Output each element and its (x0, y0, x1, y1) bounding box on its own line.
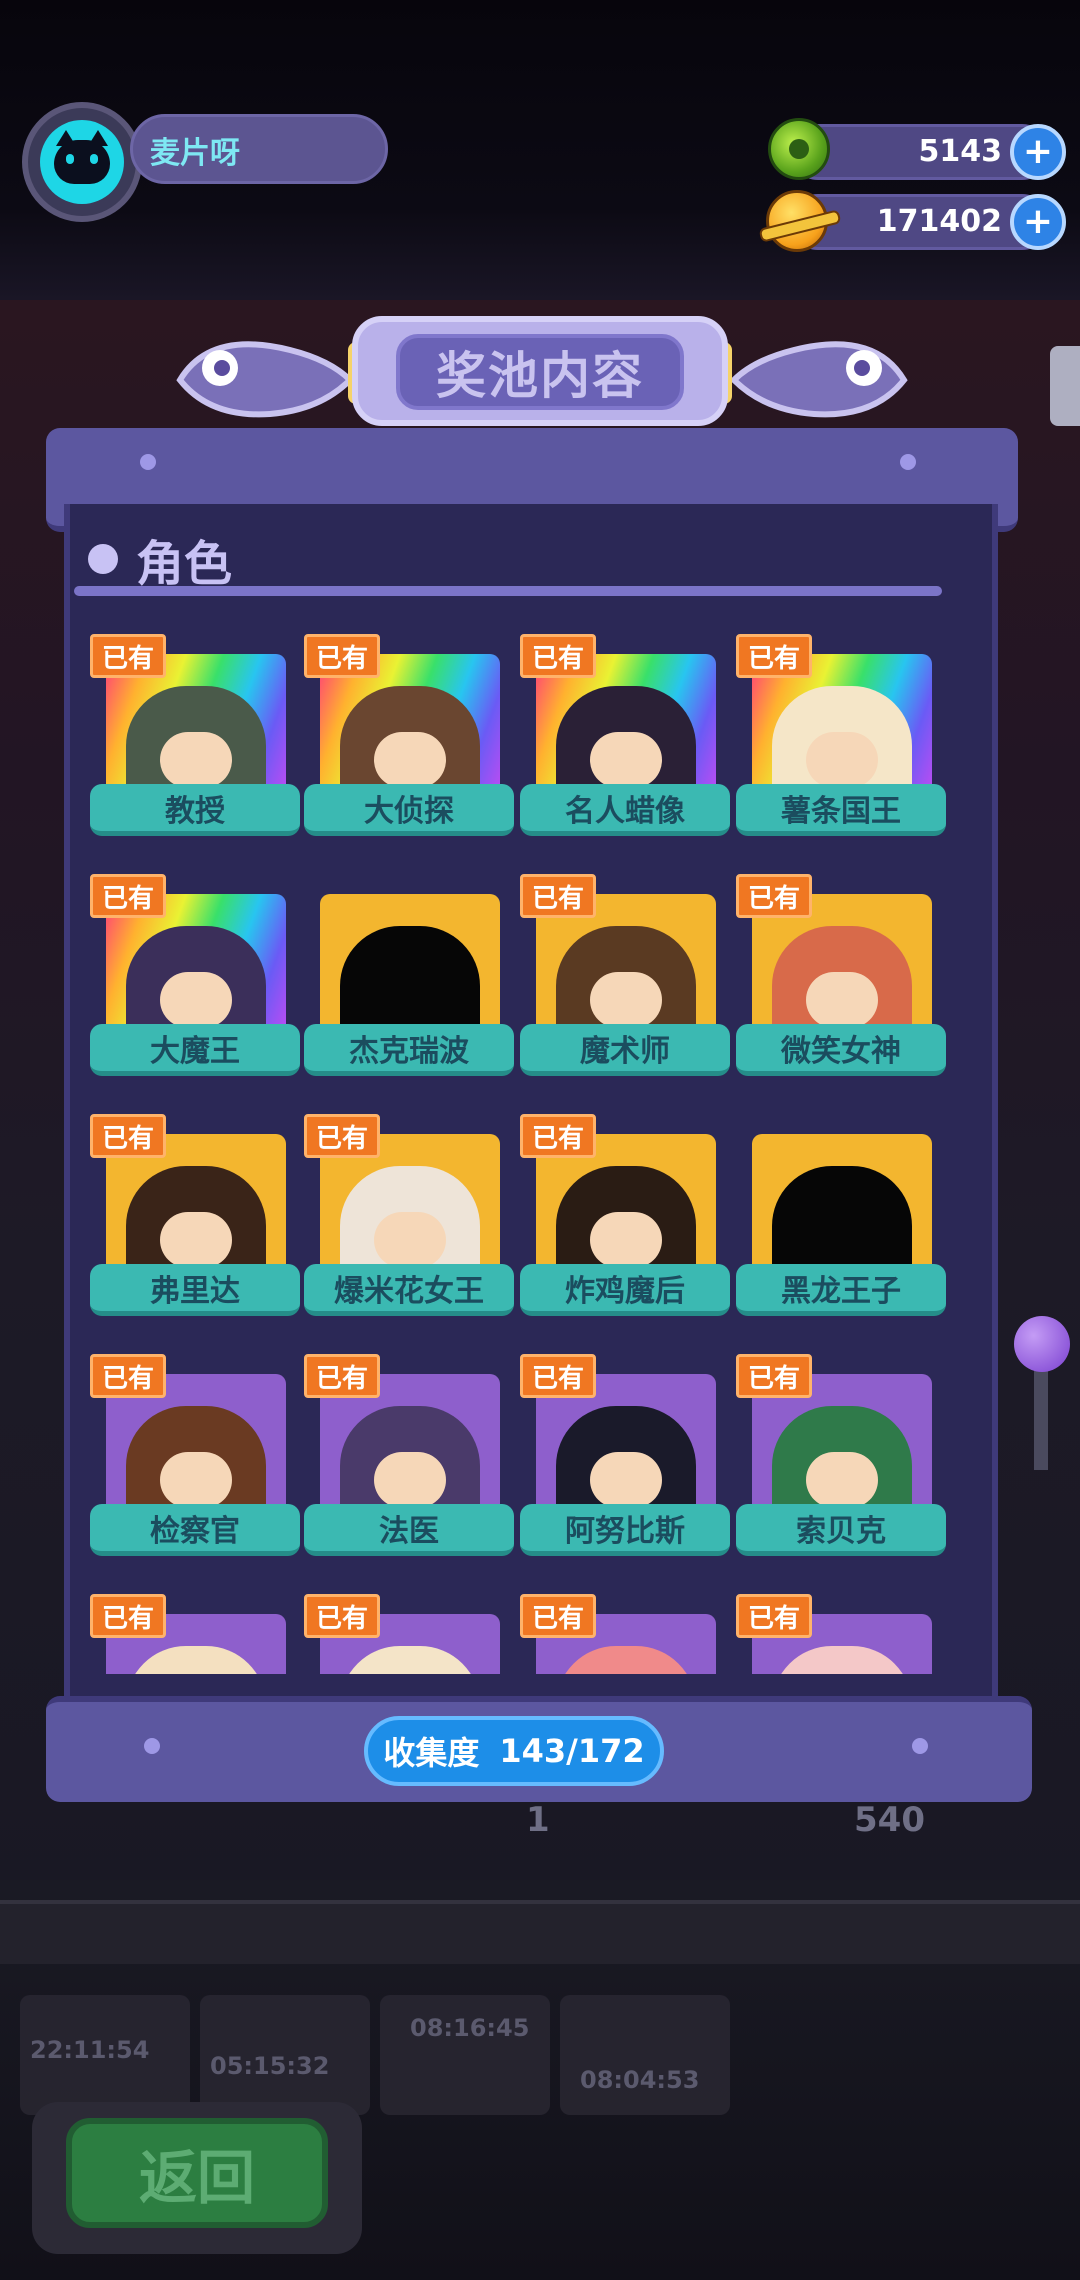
character-card[interactable]: 阿努比斯 已有 (520, 1350, 734, 1574)
character-card[interactable]: 黑龙王子 (736, 1110, 950, 1334)
background-shop-tile (380, 1995, 550, 2115)
character-name: 黑龙王子 (736, 1264, 946, 1316)
character-name: 大魔王 (90, 1024, 300, 1076)
currency-value-green: 5143 (918, 134, 1003, 169)
background-timer: 08:16:45 (410, 2014, 530, 2042)
planet-coin-icon (766, 190, 828, 252)
character-name: 炸鸡魔后 (520, 1264, 730, 1316)
background-timer: 22:11:54 (30, 2036, 150, 2064)
avatar[interactable] (40, 120, 124, 204)
character-name: 阿努比斯 (520, 1504, 730, 1556)
owned-badge: 已有 (736, 634, 812, 678)
owned-badge: 已有 (304, 634, 380, 678)
background-timer: 05:15:32 (210, 2052, 330, 2080)
character-card[interactable]: 教授 已有 (90, 630, 304, 854)
player-name: 麦片呀 (150, 136, 240, 171)
page-title: 奖池内容 (396, 334, 684, 410)
character-figure-icon (556, 1646, 696, 1674)
back-button[interactable]: 返回 (66, 2118, 328, 2228)
bullet-icon (88, 544, 118, 574)
character-name: 魔术师 (520, 1024, 730, 1076)
owned-badge: 已有 (90, 1594, 166, 1638)
character-name: 爆米花女王 (304, 1264, 514, 1316)
lever-knob[interactable] (1014, 1316, 1070, 1372)
character-figure-icon (126, 1646, 266, 1674)
background-shop-tile (560, 1995, 730, 2115)
character-card[interactable]: 已有 (90, 1590, 304, 1674)
fish-decoration-icon (176, 341, 355, 418)
character-grid[interactable]: 教授 已有 大侦探 已有 名人蜡像 已有 薯条国王 已有 大魔王 已有 杰克瑞波 魔术师 已有 微笑女神已… (70, 600, 994, 1674)
section-divider (74, 586, 942, 596)
owned-badge: 已有 (304, 1114, 380, 1158)
character-figure-icon (340, 1646, 480, 1674)
character-name: 薯条国王 (736, 784, 946, 836)
fish-decoration-icon (729, 341, 908, 418)
owned-badge: 已有 (90, 1114, 166, 1158)
owned-badge: 已有 (90, 1354, 166, 1398)
background-counter: 540 (854, 1800, 925, 1840)
character-card[interactable]: 魔术师 已有 (520, 870, 734, 1094)
collection-progress: 收集度 143/172 (364, 1716, 664, 1786)
owned-badge: 已有 (304, 1594, 380, 1638)
owned-badge: 已有 (90, 634, 166, 678)
cat-avatar-icon (54, 130, 110, 184)
character-name: 微笑女神 (736, 1024, 946, 1076)
owned-badge: 已有 (304, 1354, 380, 1398)
section-header: 角色 (88, 524, 232, 594)
character-card[interactable]: 索贝克 已有 (736, 1350, 950, 1574)
section-title: 角色 (136, 536, 233, 592)
character-card[interactable]: 检察官 已有 (90, 1350, 304, 1574)
character-card[interactable]: 已有 (304, 1590, 518, 1674)
character-card[interactable]: 弗里达 已有 (90, 1110, 304, 1334)
lever-stick (1034, 1360, 1048, 1470)
owned-badge: 已有 (520, 1354, 596, 1398)
character-card[interactable]: 薯条国王 已有 (736, 630, 950, 854)
character-name: 教授 (90, 784, 300, 836)
owned-badge: 已有 (520, 1594, 596, 1638)
character-name: 法医 (304, 1504, 514, 1556)
character-name: 索贝克 (736, 1504, 946, 1556)
green-coin-icon (768, 118, 830, 180)
character-card[interactable]: 法医 已有 (304, 1350, 518, 1574)
background-shelf (0, 1900, 1080, 1964)
character-card[interactable]: 炸鸡魔后 已有 (520, 1110, 734, 1334)
owned-badge: 已有 (736, 1594, 812, 1638)
add-green-coin-button[interactable]: + (1010, 124, 1066, 180)
background-timer: 08:04:53 (580, 2066, 700, 2094)
owned-badge: 已有 (736, 1354, 812, 1398)
character-card[interactable]: 已有 (736, 1590, 950, 1674)
character-name: 大侦探 (304, 784, 514, 836)
character-name: 杰克瑞波 (304, 1024, 514, 1076)
character-name: 弗里达 (90, 1264, 300, 1316)
character-card[interactable]: 微笑女神 已有 (736, 870, 950, 1094)
owned-badge: 已有 (736, 874, 812, 918)
share-icon[interactable] (1050, 346, 1080, 426)
collection-label: 收集度 (383, 1734, 480, 1772)
character-card[interactable]: 杰克瑞波 (304, 870, 518, 1094)
collection-value: 143/172 (499, 1732, 645, 1770)
character-card[interactable]: 名人蜡像 已有 (520, 630, 734, 854)
add-planet-coin-button[interactable]: + (1010, 194, 1066, 250)
background-counter: 1 (526, 1800, 550, 1840)
owned-badge: 已有 (520, 1114, 596, 1158)
character-card[interactable]: 大侦探 已有 (304, 630, 518, 854)
character-card[interactable]: 已有 (520, 1590, 734, 1674)
owned-badge: 已有 (90, 874, 166, 918)
character-figure-icon (772, 1646, 912, 1674)
owned-badge: 已有 (520, 634, 596, 678)
character-name: 名人蜡像 (520, 784, 730, 836)
owned-badge: 已有 (520, 874, 596, 918)
character-card[interactable]: 爆米花女王 已有 (304, 1110, 518, 1334)
character-card[interactable]: 大魔王 已有 (90, 870, 304, 1094)
character-name: 检察官 (90, 1504, 300, 1556)
